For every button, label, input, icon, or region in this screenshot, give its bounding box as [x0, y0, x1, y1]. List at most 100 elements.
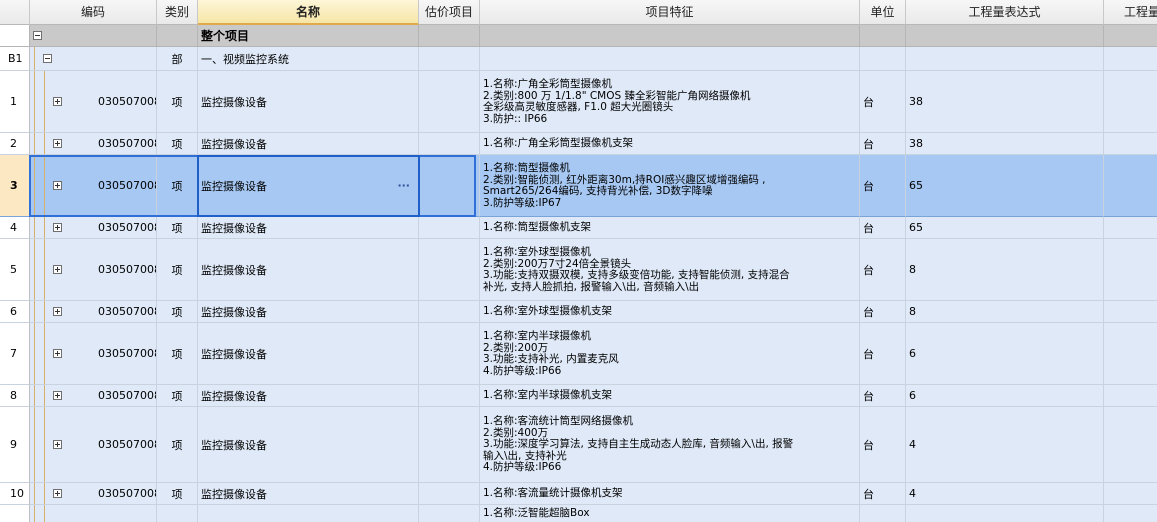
collapse-icon[interactable] — [33, 31, 42, 40]
section-row[interactable]: B1 部 一、视频监控系统 — [0, 47, 1157, 71]
header-code[interactable]: 编码 — [30, 0, 157, 25]
expand-icon[interactable] — [53, 391, 62, 400]
header-feature[interactable]: 项目特征 — [480, 0, 860, 25]
table-row[interactable]: 9 030507008007项监控摄像设备 1.名称:客流统计筒型网络摄像机 2.类… — [0, 407, 1157, 483]
name-cell[interactable]: 监控摄像设备 — [198, 301, 419, 323]
expand-icon[interactable] — [53, 440, 62, 449]
expr-cell[interactable]: 8 — [906, 301, 1104, 323]
expand-icon[interactable] — [53, 265, 62, 274]
expand-icon[interactable] — [53, 223, 62, 232]
expr-cell[interactable]: 65 — [906, 155, 1104, 217]
qty-cell[interactable] — [1104, 407, 1157, 483]
est-cell[interactable] — [419, 217, 480, 239]
expr-cell[interactable]: 6 — [906, 385, 1104, 407]
table-row[interactable]: 7 030507008006项监控摄像设备 1.名称:室内半球摄像机 2.类别:20… — [0, 323, 1157, 385]
feature-cell[interactable]: 1.名称:广角全彩筒型摄像机 2.类别:800 万 1/1.8" CMOS 臻全… — [480, 71, 860, 133]
unit-cell[interactable]: 台 — [860, 217, 906, 239]
unit-cell[interactable]: 台 — [860, 385, 906, 407]
feature-cell[interactable]: 1.名称:室外球型摄像机支架 — [480, 301, 860, 323]
table-row[interactable]: 6 030507008012项监控摄像设备 1.名称:室外球型摄像机支架台8 — [0, 301, 1157, 323]
name-cell[interactable]: 监控摄像设备 — [198, 71, 419, 133]
unit-cell[interactable]: 台 — [860, 407, 906, 483]
feature-cell[interactable]: 1.名称:泛智能超脑Box — [480, 505, 860, 522]
header-unit[interactable]: 单位 — [860, 0, 906, 25]
type-cell[interactable]: 项 — [157, 407, 198, 483]
header-qty[interactable]: 工程量 — [1104, 0, 1157, 25]
est-cell[interactable] — [419, 483, 480, 505]
type-cell[interactable]: 项 — [157, 323, 198, 385]
table-row[interactable]: 2 030507008010项监控摄像设备 1.名称:广角全彩筒型摄像机支架台38 — [0, 133, 1157, 155]
name-cell[interactable]: 监控摄像设备 — [198, 133, 419, 155]
code-cell[interactable]: 030507008012 — [30, 301, 157, 323]
code-cell[interactable]: 030507008002 — [30, 155, 157, 217]
code-cell[interactable]: 030507008004 — [30, 239, 157, 301]
expr-cell[interactable]: 38 — [906, 133, 1104, 155]
expand-icon[interactable] — [53, 307, 62, 316]
unit-cell[interactable]: 台 — [860, 483, 906, 505]
table-row[interactable]: 4 030507008011项监控摄像设备 1.名称:筒型摄像机支架台65 — [0, 217, 1157, 239]
table-row[interactable]: 3 030507008002项监控摄像设备 ··· 1.名称:筒型摄像机 2.类别:智… — [0, 155, 1157, 217]
table-row[interactable]: 1 030507008001项监控摄像设备 1.名称:广角全彩筒型摄像机 2.类别:… — [0, 71, 1157, 133]
feature-cell[interactable]: 1.名称:客流量统计摄像机支架 — [480, 483, 860, 505]
code-cell[interactable]: 030507008010 — [30, 133, 157, 155]
collapse-icon[interactable] — [43, 54, 52, 63]
expr-cell[interactable]: 6 — [906, 323, 1104, 385]
header-name[interactable]: 名称 — [198, 0, 419, 25]
name-cell[interactable]: 一、视频监控系统 — [198, 47, 419, 71]
est-cell[interactable] — [419, 71, 480, 133]
est-cell[interactable] — [419, 133, 480, 155]
expand-icon[interactable] — [53, 181, 62, 190]
total-row[interactable]: 整个项目 — [0, 25, 1157, 47]
name-cell[interactable]: 监控摄像设备 — [198, 323, 419, 385]
qty-cell[interactable] — [1104, 71, 1157, 133]
qty-cell[interactable] — [1104, 155, 1157, 217]
expand-icon[interactable] — [53, 97, 62, 106]
name-cell[interactable]: 监控摄像设备 — [198, 217, 419, 239]
expand-icon[interactable] — [53, 349, 62, 358]
type-cell[interactable]: 项 — [157, 217, 198, 239]
feature-cell[interactable]: 1.名称:室内半球摄像机支架 — [480, 385, 860, 407]
unit-cell[interactable]: 台 — [860, 133, 906, 155]
expand-icon[interactable] — [53, 139, 62, 148]
unit-cell[interactable]: 台 — [860, 301, 906, 323]
type-cell[interactable]: 项 — [157, 301, 198, 323]
qty-cell[interactable] — [1104, 133, 1157, 155]
qty-cell[interactable] — [1104, 483, 1157, 505]
name-cell[interactable]: 监控摄像设备 — [198, 385, 419, 407]
feature-cell[interactable]: 1.名称:筒型摄像机支架 — [480, 217, 860, 239]
table-row[interactable]: 8 030507008013项监控摄像设备 1.名称:室内半球摄像机支架台6 — [0, 385, 1157, 407]
feature-cell[interactable]: 1.名称:筒型摄像机 2.类别:智能侦测, 红外距离30m,持ROI感兴趣区域增… — [480, 155, 860, 217]
header-est[interactable]: 估价项目 — [419, 0, 480, 25]
qty-cell[interactable] — [1104, 385, 1157, 407]
name-cell[interactable]: 监控摄像设备 — [198, 483, 419, 505]
unit-cell[interactable]: 台 — [860, 71, 906, 133]
type-cell[interactable]: 项 — [157, 385, 198, 407]
type-cell[interactable]: 项 — [157, 133, 198, 155]
type-cell[interactable]: 项 — [157, 71, 198, 133]
code-cell[interactable]: 030507008011 — [30, 217, 157, 239]
header-type[interactable]: 类别 — [157, 0, 198, 25]
ellipsis-button[interactable]: ··· — [397, 155, 410, 216]
est-cell[interactable] — [419, 407, 480, 483]
type-cell[interactable]: 项 — [157, 483, 198, 505]
code-cell[interactable]: 030507008006 — [30, 323, 157, 385]
code-cell[interactable]: 030507008014 — [30, 483, 157, 505]
table-row[interactable]: 10 030507008014项监控摄像设备 1.名称:客流量统计摄像机支架台4 — [0, 483, 1157, 505]
est-cell[interactable] — [419, 155, 480, 217]
feature-cell[interactable]: 1.名称:室外球型摄像机 2.类别:200万7寸24倍全景镜头 3.功能:支持双… — [480, 239, 860, 301]
expr-cell[interactable]: 4 — [906, 483, 1104, 505]
expand-icon[interactable] — [53, 489, 62, 498]
est-cell[interactable] — [419, 323, 480, 385]
name-cell[interactable]: 监控摄像设备 ··· — [198, 155, 419, 217]
code-cell[interactable]: 030507008001 — [30, 71, 157, 133]
name-cell[interactable]: 整个项目 — [198, 25, 419, 47]
unit-cell[interactable]: 台 — [860, 323, 906, 385]
qty-cell[interactable] — [1104, 323, 1157, 385]
qty-cell[interactable] — [1104, 217, 1157, 239]
unit-cell[interactable]: 台 — [860, 239, 906, 301]
est-cell[interactable] — [419, 239, 480, 301]
qty-cell[interactable] — [1104, 239, 1157, 301]
est-cell[interactable] — [419, 301, 480, 323]
unit-cell[interactable]: 台 — [860, 155, 906, 217]
feature-cell[interactable]: 1.名称:广角全彩筒型摄像机支架 — [480, 133, 860, 155]
